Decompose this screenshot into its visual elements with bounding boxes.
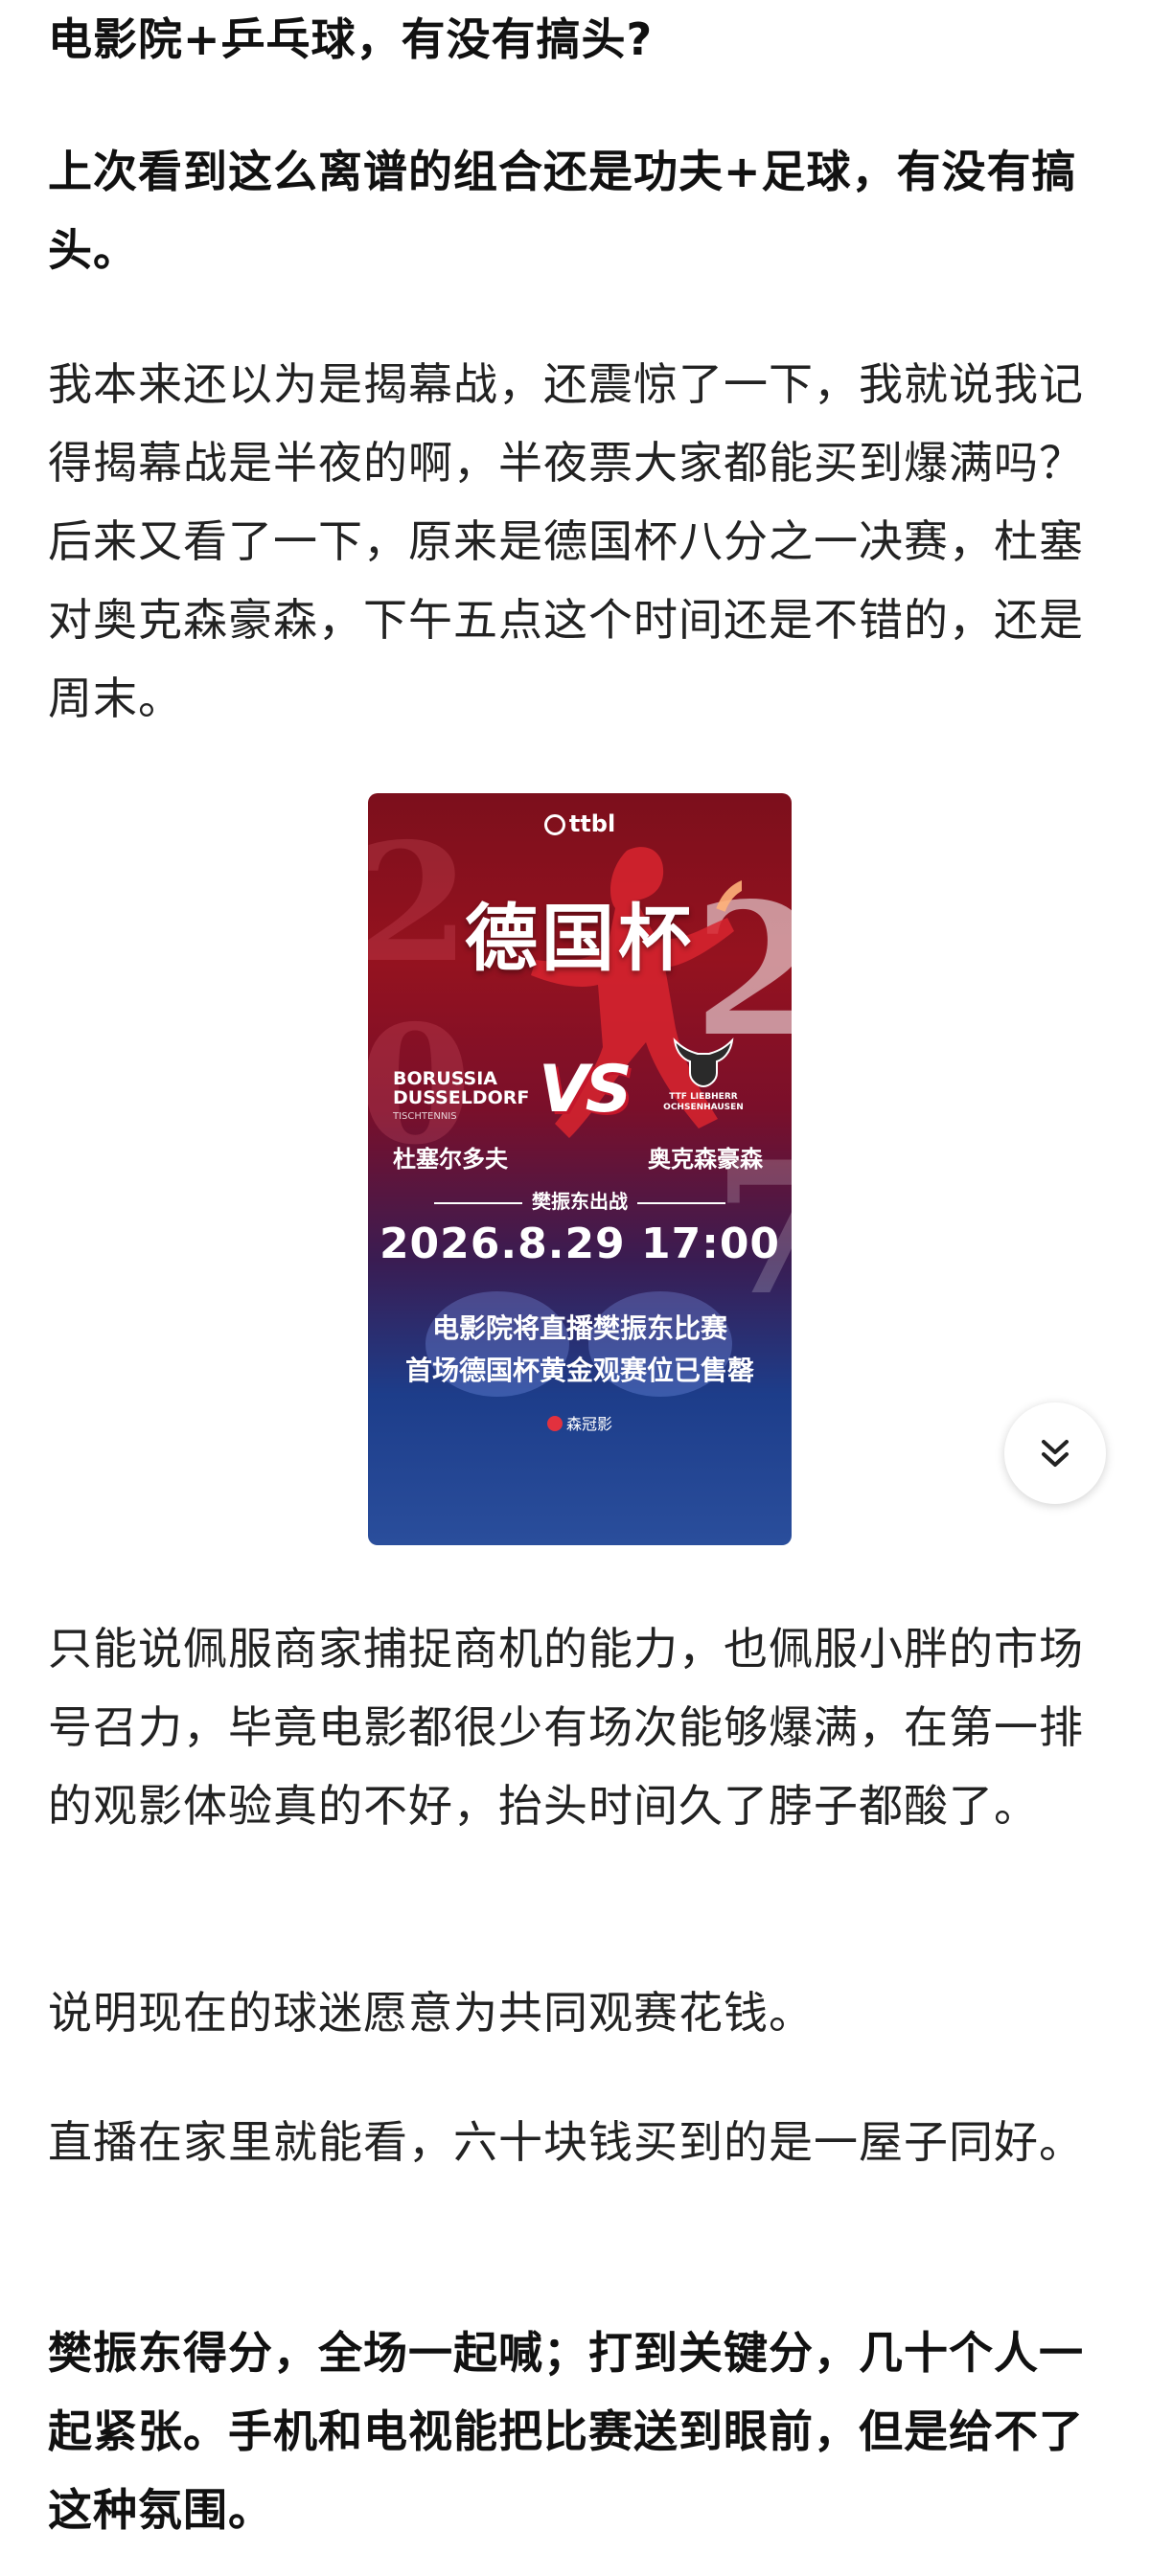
team-right-logo: TTF LIEBHERR OCHSENHAUSEN — [656, 1031, 751, 1113]
team-right-logo-text: TTF LIEBHERR OCHSENHAUSEN — [663, 1092, 744, 1112]
match-label: 樊振东出战 — [368, 1186, 792, 1214]
home-paragraph: 直播在家里就能看，六十块钱买到的是一屋子同好。 — [48, 2116, 1084, 2168]
poster-info-line: 电影院将直播樊振东比赛 — [431, 1312, 727, 1344]
lead-paragraph: 上次看到这么离谱的组合还是功夫+足球，有没有搞头。 — [48, 146, 1077, 276]
vs-mark: VS — [539, 1052, 632, 1128]
poster-footer: 森冠影 — [368, 1411, 792, 1434]
fans-paragraph: 说明现在的球迷愿意为共同观赛花钱。 — [48, 1987, 814, 2039]
team-right-name: 奥克森豪森 — [648, 1145, 763, 1173]
match-datetime: 2026.8.29 17:00 — [379, 1220, 781, 1268]
poster-footer-text: 森冠影 — [565, 1415, 612, 1433]
article-title-line: 电影院+乒乓球，有没有搞头? — [48, 13, 654, 65]
league-logo-text: ttbl — [568, 810, 616, 837]
divider-line — [434, 1201, 522, 1204]
closing-paragraph: 樊振东得分，全场一起喊；打到关键分，几十个人一起紧张。手机和电视能把比赛送到眼前… — [48, 2327, 1084, 2536]
match-label-text: 樊振东出战 — [532, 1190, 628, 1213]
brand-mark-icon — [546, 1416, 563, 1431]
poster-title: 德国杯 — [465, 896, 695, 981]
expand-button[interactable] — [1004, 1402, 1106, 1504]
divider-line — [637, 1201, 725, 1204]
match-poster-image[interactable]: 2 0 2 7 ttbl 德国杯 BORUSSIA DUSSELDORF TIS… — [368, 793, 792, 1545]
double-chevron-down-icon — [1042, 1440, 1069, 1467]
team-left-name: 杜塞尔多夫 — [393, 1145, 508, 1173]
team-left-logo-text: BORUSSIA DUSSELDORF — [393, 1068, 530, 1108]
team-left-logo: BORUSSIA DUSSELDORF TISCHTENNIS — [393, 1069, 537, 1127]
bull-icon — [673, 1037, 734, 1088]
league-logo: ttbl — [368, 810, 792, 837]
ball-icon — [543, 814, 565, 835]
intro-paragraph: 我本来还以为是揭幕战，还震惊了一下，我就说我记得揭幕战是半夜的啊，半夜票大家都能… — [48, 358, 1084, 724]
poster-info-line: 首场德国杯黄金观赛位已售罄 — [404, 1355, 754, 1386]
admire-paragraph: 只能说佩服商家捕捉商机的能力，也佩服小胖的市场号召力，毕竟电影都很少有场次能够爆… — [48, 1623, 1084, 1832]
team-left-logo-sub: TISCHTENNIS — [393, 1111, 457, 1122]
